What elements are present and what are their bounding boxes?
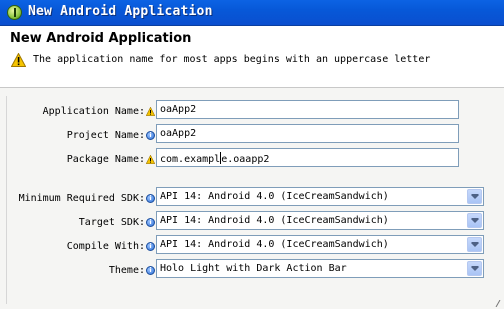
warning-icon (146, 107, 155, 116)
chevron-down-icon[interactable] (467, 213, 482, 228)
chevron-down-icon[interactable] (467, 237, 482, 252)
info-icon: i (146, 242, 155, 251)
info-icon: i (146, 266, 155, 275)
info-icon: i (146, 131, 155, 140)
header-message: The application name for most apps begin… (33, 54, 431, 65)
target-sdk-select[interactable]: API 14: Android 4.0 (IceCreamSandwich) (156, 211, 484, 230)
package-name-input[interactable]: com.example.oaapp2 (156, 148, 459, 167)
window-titlebar[interactable]: New Android Application (0, 0, 504, 26)
window-title: New Android Application (28, 4, 213, 19)
min-sdk-select[interactable]: API 14: Android 4.0 (IceCreamSandwich) (156, 187, 484, 206)
info-icon: i (146, 218, 155, 227)
compile-with-select[interactable]: API 14: Android 4.0 (IceCreamSandwich) (156, 235, 484, 254)
package-name-text-before-caret: com.exampl (160, 154, 221, 165)
project-name-input[interactable]: oaApp2 (156, 124, 459, 143)
compile-with-label: Compile With: (66, 241, 145, 252)
warning-icon (146, 155, 155, 164)
package-name-label: Package Name: (66, 154, 145, 165)
target-sdk-selected-value: API 14: Android 4.0 (IceCreamSandwich) (160, 215, 389, 226)
page-title: New Android Application (10, 31, 192, 46)
theme-selected-value: Holo Light with Dark Action Bar (160, 263, 347, 274)
target-sdk-label: Target SDK: (78, 217, 145, 228)
warning-icon (11, 53, 26, 67)
min-sdk-selected-value: API 14: Android 4.0 (IceCreamSandwich) (160, 191, 389, 202)
compile-with-selected-value: API 14: Android 4.0 (IceCreamSandwich) (160, 239, 389, 250)
form-panel: Application Name: oaApp2 Project Name: i… (6, 96, 495, 304)
project-name-label: Project Name: (66, 130, 145, 141)
theme-label: Theme: (108, 265, 145, 276)
wizard-body: Application Name: oaApp2 Project Name: i… (0, 88, 504, 309)
chevron-down-icon[interactable] (467, 261, 482, 276)
resize-grip-icon[interactable] (495, 300, 501, 307)
chevron-down-icon[interactable] (467, 189, 482, 204)
min-sdk-label: Minimum Required SDK: (18, 193, 145, 204)
theme-select[interactable]: Holo Light with Dark Action Bar (156, 259, 484, 278)
android-adt-icon (7, 5, 22, 20)
package-name-text-after-caret: e.oaapp2 (221, 154, 270, 165)
application-name-input[interactable]: oaApp2 (156, 100, 459, 119)
wizard-header: New Android Application The application … (0, 26, 504, 88)
info-icon: i (146, 194, 155, 203)
application-name-label: Application Name: (42, 106, 145, 117)
